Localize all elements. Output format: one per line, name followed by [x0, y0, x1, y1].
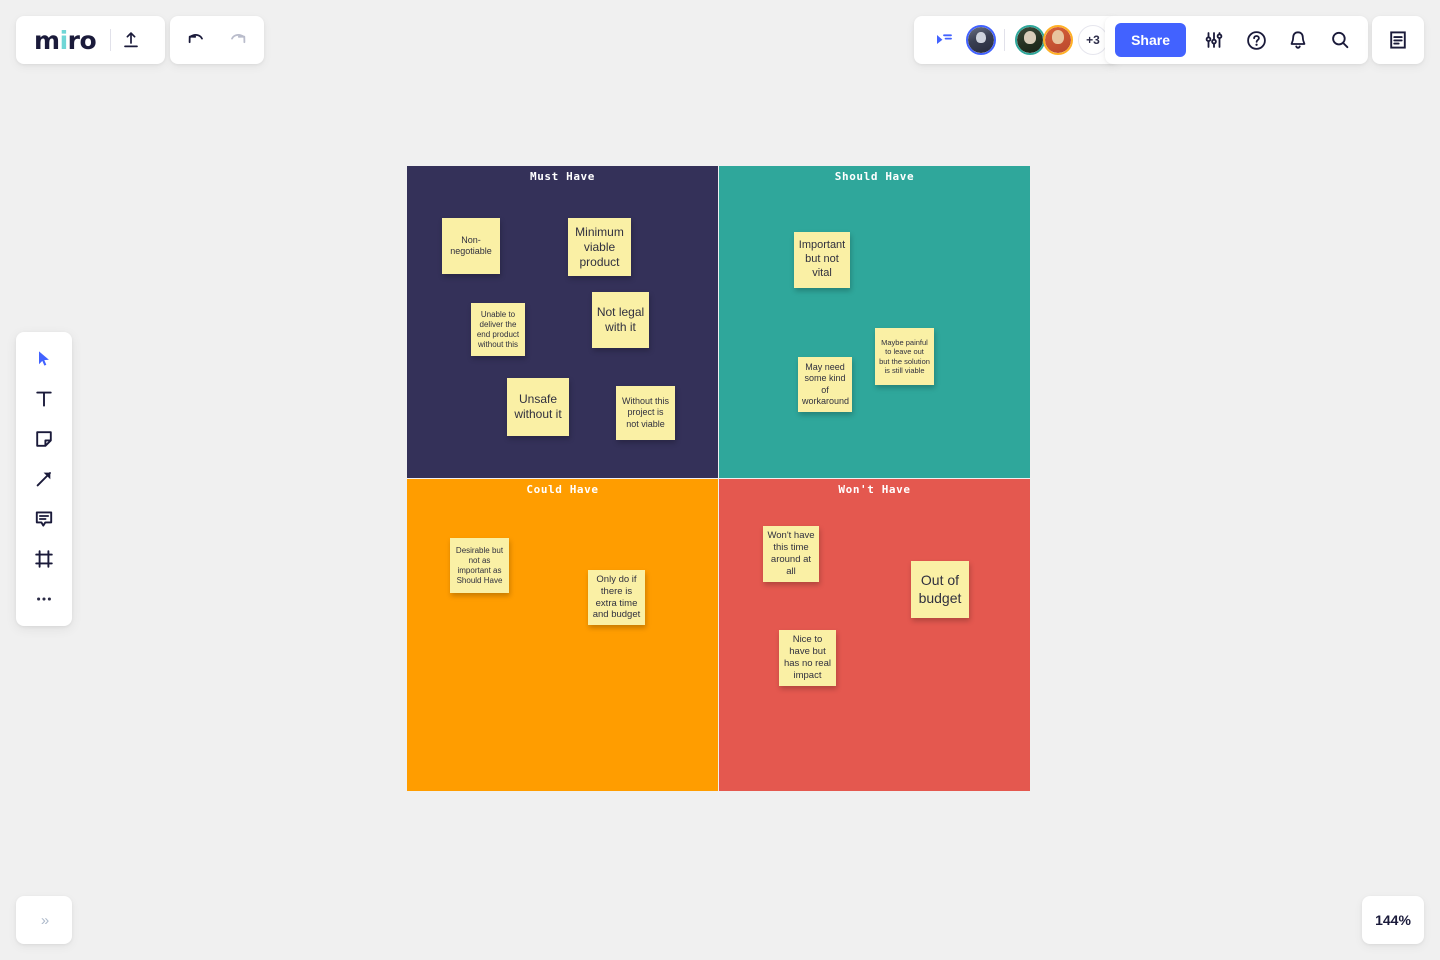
share-button[interactable]: Share: [1115, 23, 1186, 57]
sticky-note[interactable]: Desirable but not as important as Should…: [450, 538, 509, 593]
sticky-note-text: Desirable but not as important as Should…: [455, 545, 504, 585]
notes-panel-button[interactable]: [1378, 20, 1418, 60]
quadrant-title-wont-have: Won't Have: [838, 483, 911, 496]
miro-logo[interactable]: miro: [34, 28, 110, 53]
sticky-note-text: Out of budget: [918, 572, 962, 606]
sticky-note-text: Unsafe without it: [514, 392, 562, 421]
help-button[interactable]: [1236, 20, 1276, 60]
sticky-note-text: Won't have this time around at all: [767, 530, 815, 577]
text-tool-button[interactable]: [24, 380, 64, 418]
more-tools-button[interactable]: [24, 580, 64, 618]
avatar[interactable]: [1015, 25, 1045, 55]
sticky-note[interactable]: Maybe painful to leave out but the solut…: [875, 328, 934, 385]
comment-tool-button[interactable]: [24, 500, 64, 538]
notes-panel-icon: [1390, 31, 1406, 49]
quadrant-must-have[interactable]: Must Have Non-negotiable Minimum viable p…: [407, 166, 718, 478]
panel-bar: [1372, 16, 1424, 64]
sticky-note-text: Minimum viable product: [575, 224, 624, 269]
quadrant-could-have[interactable]: Could Have Desirable but not as importan…: [407, 479, 718, 791]
ellipsis-icon: [37, 597, 51, 601]
redo-button[interactable]: [218, 20, 258, 60]
sticky-note-text: Not legal with it: [596, 305, 645, 334]
zoom-level-indicator[interactable]: 144%: [1362, 896, 1424, 944]
sticky-note[interactable]: Won't have this time around at all: [763, 526, 819, 582]
search-button[interactable]: [1320, 20, 1360, 60]
cursor-arrow-icon: [39, 351, 49, 366]
redo-icon: [231, 34, 246, 44]
avatar-group-others: +3: [1015, 25, 1108, 55]
search-icon: [1332, 31, 1349, 49]
sticky-note[interactable]: Without this project is not viable: [616, 386, 675, 440]
sticky-note-icon: [36, 431, 52, 447]
sticky-note-text: Maybe painful to leave out but the solut…: [879, 337, 930, 375]
avatar-image: [968, 27, 994, 53]
undo-redo-bar: [170, 16, 264, 64]
sticky-note[interactable]: Unable to deliver the end product withou…: [471, 303, 525, 356]
actions-bar: Share: [1105, 16, 1368, 64]
quadrant-wont-have[interactable]: Won't Have Won't have this time around a…: [719, 479, 1030, 791]
notifications-button[interactable]: [1278, 20, 1318, 60]
comment-bubble-icon: [35, 511, 53, 527]
logo-bar: miro: [16, 16, 166, 64]
frame-icon: [35, 550, 53, 568]
help-icon: [1246, 30, 1266, 50]
upload-icon: [124, 32, 139, 48]
sticky-note[interactable]: Unsafe without it: [507, 378, 569, 436]
collaborative-cursor-icon: [937, 34, 952, 44]
sticky-note-text: Only do if there is extra time and budge…: [592, 573, 641, 621]
sticky-note[interactable]: Not legal with it: [592, 292, 649, 348]
sticky-note-text: Without this project is not viable: [621, 396, 670, 429]
sticky-note[interactable]: Non-negotiable: [442, 218, 500, 274]
left-toolbar: [16, 332, 72, 626]
upload-button[interactable]: [111, 20, 151, 60]
quadrant-title-could-have: Could Have: [526, 483, 599, 496]
sticky-note[interactable]: Nice to have but has no real impact: [779, 630, 836, 686]
quadrant-should-have[interactable]: Should Have Important but not vital May n…: [719, 166, 1030, 478]
sticky-note-tool-button[interactable]: [24, 420, 64, 458]
avatar-group: [966, 25, 996, 55]
sticky-note[interactable]: May need some kind of workaround: [798, 357, 852, 412]
avatar-image: [1045, 27, 1071, 53]
quadrant-title-should-have: Should Have: [834, 170, 915, 183]
divider: [1004, 29, 1005, 51]
bell-icon: [1290, 31, 1306, 49]
settings-button[interactable]: [1194, 20, 1234, 60]
sticky-note[interactable]: Important but not vital: [794, 232, 850, 288]
board-canvas[interactable]: Must Have Non-negotiable Minimum viable p…: [407, 166, 1030, 791]
expand-panel-button[interactable]: »: [16, 896, 72, 944]
avatar[interactable]: [1043, 25, 1073, 55]
sticky-note-text: May need some kind of workaround: [802, 362, 850, 406]
undo-button[interactable]: [176, 20, 216, 60]
sticky-note-text: Nice to have but has no real impact: [783, 634, 831, 681]
sticky-note[interactable]: Only do if there is extra time and budge…: [588, 570, 645, 625]
collaborative-cursor-button[interactable]: [924, 20, 964, 60]
arrow-diagonal-icon: [36, 472, 51, 487]
settings-sliders-icon: [1205, 32, 1223, 48]
collaborators-bar: +3: [914, 16, 1118, 64]
avatar-image: [1017, 27, 1043, 53]
select-tool-button[interactable]: [24, 340, 64, 378]
frame-tool-button[interactable]: [24, 540, 64, 578]
sticky-note-text: Unable to deliver the end product withou…: [476, 309, 520, 349]
sticky-note[interactable]: Minimum viable product: [568, 218, 631, 276]
arrow-tool-button[interactable]: [24, 460, 64, 498]
text-t-icon: [36, 391, 52, 407]
avatar[interactable]: [966, 25, 996, 55]
undo-icon: [188, 34, 203, 44]
sticky-note-text: Non-negotiable: [450, 234, 492, 256]
avatar-overflow-count[interactable]: +3: [1078, 25, 1108, 55]
sticky-note[interactable]: Out of budget: [911, 561, 969, 618]
quadrant-title-must-have: Must Have: [529, 170, 595, 183]
sticky-note-text: Important but not vital: [798, 239, 846, 279]
